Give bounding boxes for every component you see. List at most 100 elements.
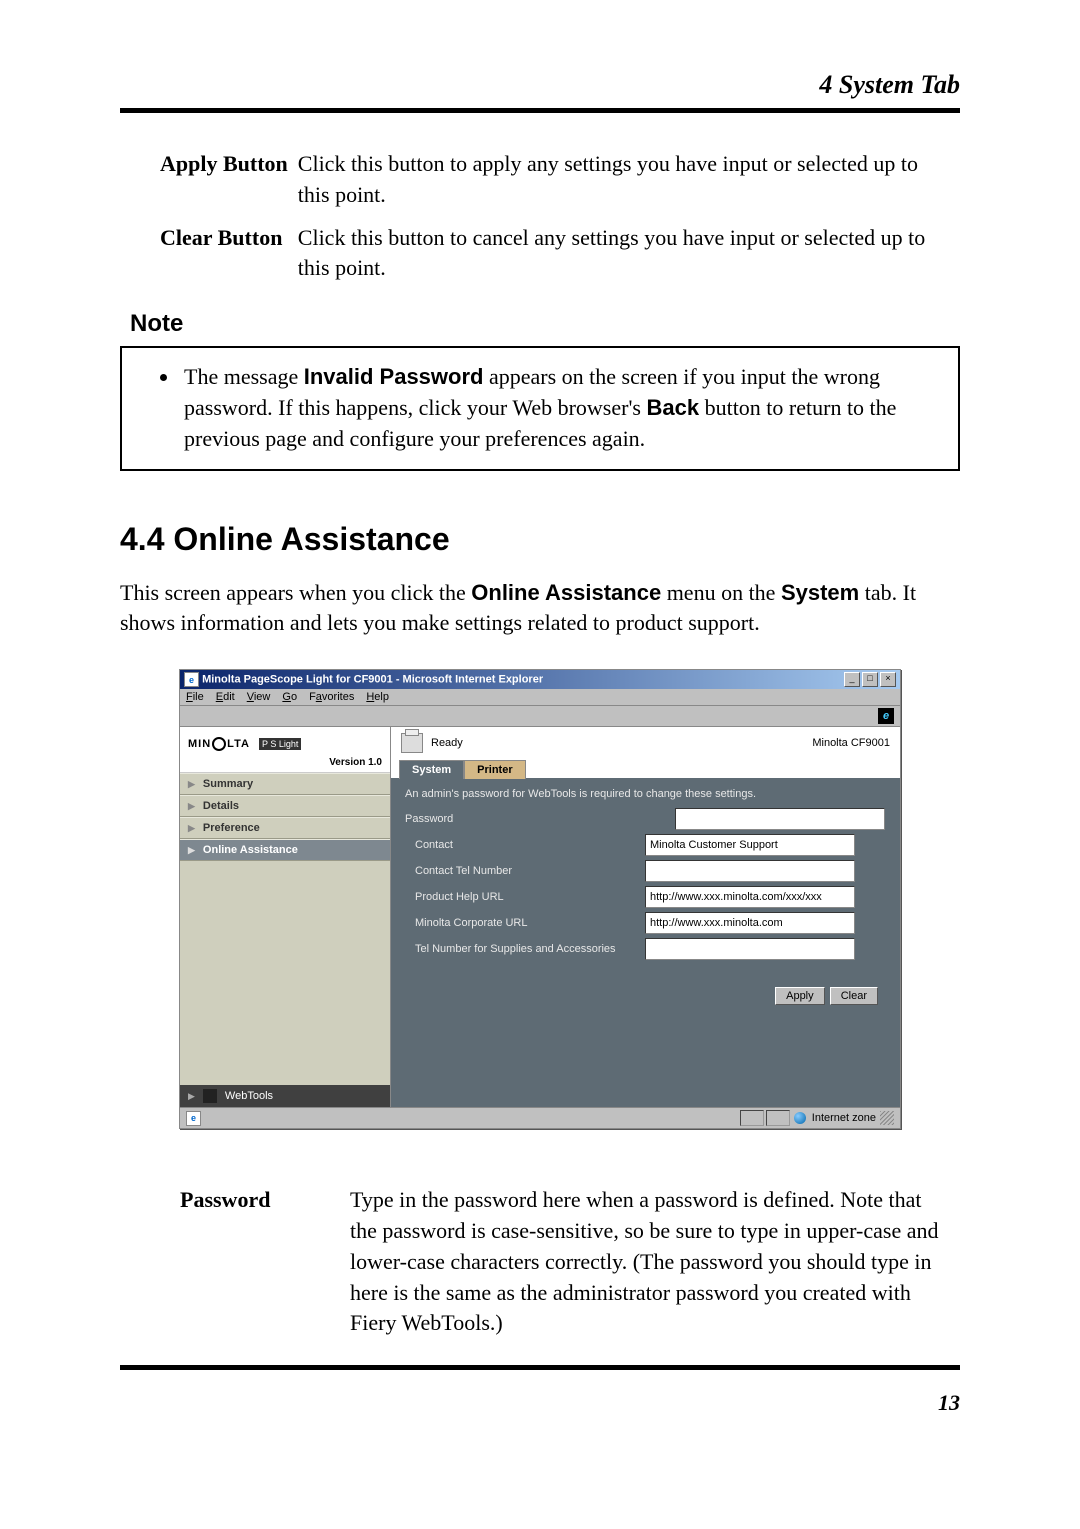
main-content: Ready Minolta CF9001 System Printer An a… <box>391 727 900 1107</box>
apply-button-label: Apply Button <box>160 143 298 217</box>
minolta-logo-2: LTA <box>227 738 250 750</box>
footer-rule <box>120 1365 960 1370</box>
statusbar-ie-icon: e <box>186 1111 201 1126</box>
tab-system[interactable]: System <box>399 760 464 779</box>
intro-text-c: menu on the <box>661 580 781 605</box>
security-zone: Internet zone <box>794 1112 876 1124</box>
tab-printer[interactable]: Printer <box>464 760 525 779</box>
menu-help[interactable]: Help <box>366 691 389 703</box>
maximize-button[interactable]: □ <box>862 672 878 687</box>
nav-label: Details <box>203 800 239 812</box>
form-row-supplies-tel: Tel Number for Supplies and Accessories <box>405 938 886 960</box>
clear-button[interactable]: Clear <box>830 987 878 1005</box>
help-url-input[interactable]: http://www.xxx.minolta.com/xxx/xxx <box>645 886 855 908</box>
ie-icon: e <box>184 672 199 687</box>
version-label: Version 1.0 <box>188 757 382 768</box>
corp-url-input[interactable]: http://www.xxx.minolta.com <box>645 912 855 934</box>
section-title: 4.4 Online Assistance <box>120 521 960 558</box>
password-input[interactable] <box>675 808 885 830</box>
note-heading: Note <box>130 310 960 338</box>
page-header-chapter: 4 System Tab <box>120 70 960 100</box>
table-row: Password Type in the password here when … <box>180 1179 960 1345</box>
statusbar-wells <box>740 1110 790 1126</box>
intro-bold-system: System <box>781 580 859 605</box>
browser-statusbar: e Internet zone <box>180 1107 900 1128</box>
minolta-logo-1: MIN <box>188 738 211 750</box>
tab-strip: System Printer <box>391 759 900 778</box>
nav-label: Online Assistance <box>203 844 298 856</box>
close-button[interactable]: × <box>880 672 896 687</box>
nav-label: Preference <box>203 822 260 834</box>
minimize-button[interactable]: _ <box>844 672 860 687</box>
zone-label: Internet zone <box>812 1112 876 1124</box>
apply-button[interactable]: Apply <box>775 987 825 1005</box>
button-definitions-table: Apply Button Click this button to apply … <box>160 143 960 290</box>
page-number: 13 <box>120 1390 960 1416</box>
menu-favorites[interactable]: Favorites <box>309 691 354 703</box>
status-ready: Ready <box>431 737 463 749</box>
form-row-contact-tel: Contact Tel Number <box>405 860 886 882</box>
corp-url-field-label: Minolta Corporate URL <box>405 917 645 929</box>
contact-tel-field-label: Contact Tel Number <box>405 865 645 877</box>
clear-button-label: Clear Button <box>160 217 298 291</box>
header-rule <box>120 108 960 113</box>
browser-window: e Minolta PageScope Light for CF9001 - M… <box>179 669 901 1129</box>
sidebar-item-summary[interactable]: ▶ Summary <box>180 773 390 795</box>
sidebar: MIN LTA P S Light Version 1.0 ▶ Summary ▶… <box>180 727 391 1107</box>
resize-grip-icon[interactable] <box>880 1111 894 1125</box>
page-client-area: MIN LTA P S Light Version 1.0 ▶ Summary ▶… <box>180 727 900 1107</box>
nav-label: WebTools <box>225 1090 273 1102</box>
form-row-password: Password <box>405 808 886 830</box>
branding-area: MIN LTA P S Light Version 1.0 <box>180 727 390 773</box>
menu-go[interactable]: Go <box>282 691 297 703</box>
password-definition-table: Password Type in the password here when … <box>180 1179 960 1345</box>
browser-menubar: File Edit View Go Favorites Help <box>180 689 900 706</box>
window-title: Minolta PageScope Light for CF9001 - Mic… <box>202 674 543 686</box>
ie-throbber-icon: e <box>878 708 894 724</box>
triangle-icon: ▶ <box>188 801 195 812</box>
password-def-label: Password <box>180 1179 350 1345</box>
supplies-tel-field-label: Tel Number for Supplies and Accessories <box>405 943 645 955</box>
sidebar-item-online-assistance[interactable]: ▶ Online Assistance <box>180 839 390 861</box>
window-titlebar: e Minolta PageScope Light for CF9001 - M… <box>180 670 900 689</box>
clear-button-desc: Click this button to cancel any settings… <box>298 217 960 291</box>
intro-text-a: This screen appears when you click the <box>120 580 471 605</box>
pagescope-light-badge: P S Light <box>259 738 301 750</box>
note-bold-invalid-password: Invalid Password <box>304 364 484 389</box>
screenshot-figure: e Minolta PageScope Light for CF9001 - M… <box>120 669 960 1129</box>
triangle-icon: ▶ <box>188 823 195 834</box>
table-row: Clear Button Click this button to cancel… <box>160 217 960 291</box>
globe-icon <box>794 1112 806 1124</box>
contact-field-label: Contact <box>405 839 645 851</box>
note-text-1: The message <box>184 364 304 389</box>
browser-toolbar: e <box>180 706 900 727</box>
section-intro: This screen appears when you click the O… <box>120 578 960 640</box>
nav-label: Summary <box>203 778 253 790</box>
minolta-logo-circle <box>212 737 226 751</box>
note-box: The message Invalid Password appears on … <box>120 346 960 470</box>
form-row-corp-url: Minolta Corporate URL http://www.xxx.min… <box>405 912 886 934</box>
menu-view[interactable]: View <box>247 691 271 703</box>
menu-edit[interactable]: Edit <box>216 691 235 703</box>
password-field-label: Password <box>405 813 635 825</box>
apply-button-desc: Click this button to apply any settings … <box>298 143 960 217</box>
contact-tel-input[interactable] <box>645 860 855 882</box>
help-url-field-label: Product Help URL <box>405 891 645 903</box>
intro-bold-online: Online Assistance <box>471 580 661 605</box>
webtools-icon <box>203 1089 217 1103</box>
sidebar-nav: ▶ Summary ▶ Details ▶ Preference ▶ <box>180 773 390 1085</box>
device-model: Minolta CF9001 <box>812 737 890 749</box>
triangle-icon: ▶ <box>188 845 195 856</box>
contact-input[interactable]: Minolta Customer Support <box>645 834 855 856</box>
triangle-icon: ▶ <box>188 779 195 790</box>
table-row: Apply Button Click this button to apply … <box>160 143 960 217</box>
form-button-row: Apply Clear <box>405 990 886 1002</box>
sidebar-item-details[interactable]: ▶ Details <box>180 795 390 817</box>
sidebar-item-preference[interactable]: ▶ Preference <box>180 817 390 839</box>
menu-file[interactable]: File <box>186 691 204 703</box>
sidebar-item-webtools[interactable]: ▶ WebTools <box>180 1085 390 1107</box>
supplies-tel-input[interactable] <box>645 938 855 960</box>
note-bold-back: Back <box>646 395 699 420</box>
form-row-contact: Contact Minolta Customer Support <box>405 834 886 856</box>
note-item: The message Invalid Password appears on … <box>180 362 940 454</box>
